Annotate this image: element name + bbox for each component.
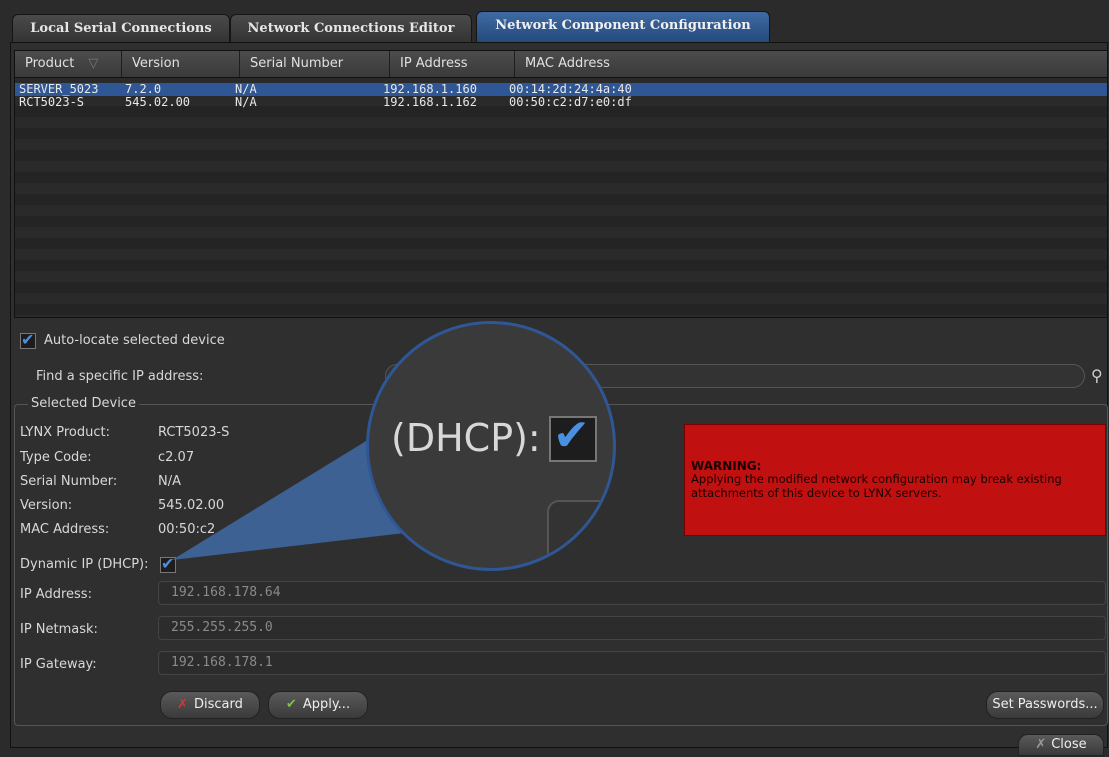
magnifier-input (547, 500, 613, 564)
checkmark-icon: ✔ (553, 410, 590, 461)
magnifier-checkbox: ✔ (549, 410, 597, 462)
magnifier-circle: (DHCP): ✔ (366, 321, 616, 571)
magnifier-text: (DHCP): (391, 416, 541, 460)
